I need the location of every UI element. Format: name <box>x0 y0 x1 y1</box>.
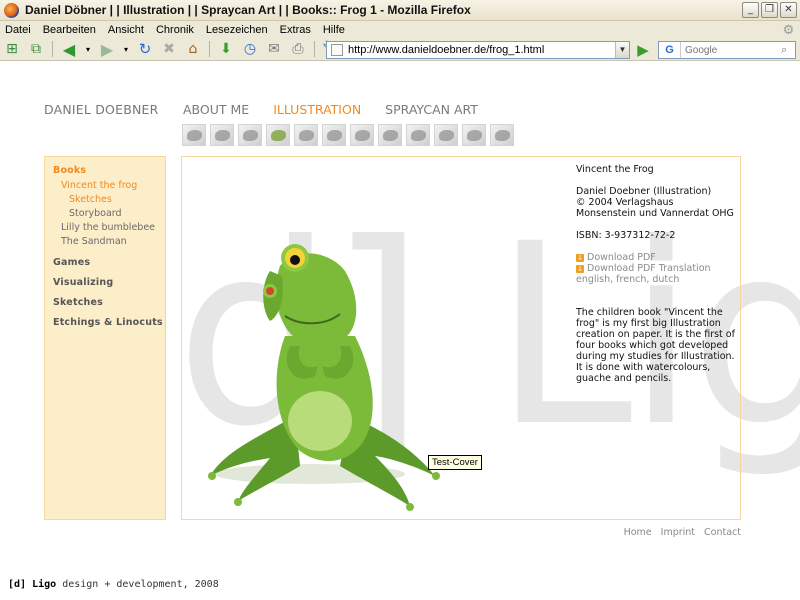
thumbnail[interactable] <box>378 124 402 146</box>
sidebar-books[interactable]: Books <box>53 165 165 176</box>
mail-icon[interactable]: ✉ <box>265 40 283 58</box>
firefox-icon <box>4 2 19 18</box>
menu-extras[interactable]: Extras <box>274 24 317 36</box>
search-bar[interactable]: G ⌕ <box>658 41 796 59</box>
nav-about-me[interactable]: ABOUT ME <box>183 102 249 117</box>
title-bar: Daniel Döbner | | Illustration | | Spray… <box>0 0 800 21</box>
translation-languages: english, french, dutch <box>576 274 680 285</box>
home-icon[interactable]: ⌂ <box>184 40 202 58</box>
menu-hilfe[interactable]: Hilfe <box>317 24 351 36</box>
throbber-icon: ⚙ <box>782 22 795 37</box>
book-title: Vincent the Frog <box>576 164 654 175</box>
stop-icon[interactable]: ✖ <box>160 40 178 58</box>
print-icon[interactable]: ⎙ <box>289 40 307 58</box>
forward-icon[interactable]: ▶ <box>98 40 116 59</box>
menu-bar: Datei Bearbeiten Ansicht Chronik Lesezei… <box>0 21 800 38</box>
thumbnail[interactable] <box>238 124 262 146</box>
url-dropdown-icon[interactable]: ▼ <box>615 42 629 58</box>
go-icon[interactable]: ▶ <box>634 41 652 59</box>
search-icon[interactable]: ⌕ <box>781 43 795 57</box>
forward-dropdown-icon[interactable]: ▾ <box>122 40 130 58</box>
download-icon: ↓ <box>576 253 584 262</box>
footer-links: Home Imprint Contact <box>624 527 741 538</box>
download-icon: ↓ <box>576 264 584 273</box>
sidebar-games[interactable]: Games <box>53 257 165 268</box>
new-tab-icon[interactable]: ⊞ <box>3 40 21 58</box>
maximize-button[interactable]: ❐ <box>761 2 778 18</box>
search-engine-icon[interactable]: G <box>659 42 681 58</box>
thumbnail[interactable] <box>434 124 458 146</box>
sidebar-item-vincent[interactable]: Vincent the frog <box>53 180 165 191</box>
window-title: Daniel Döbner | | Illustration | | Spray… <box>25 3 471 17</box>
frog-illustration[interactable] <box>200 226 450 524</box>
footer-imprint-link[interactable]: Imprint <box>661 527 695 538</box>
sidebar-item-storyboard[interactable]: Storyboard <box>53 208 165 219</box>
download-pdf-label: Download PDF <box>587 252 656 263</box>
search-input[interactable] <box>681 44 781 56</box>
menu-datei[interactable]: Datei <box>0 24 37 36</box>
main-navigation: ABOUT ME ILLUSTRATION SPRAYCAN ART <box>183 102 478 117</box>
book-copyright: © 2004 Verlagshaus Monsenstein und Vanne… <box>576 197 734 219</box>
book-isbn: ISBN: 3-937312-72-2 <box>576 230 676 241</box>
footer-contact-link[interactable]: Contact <box>704 527 741 538</box>
window-controls: _ ❐ ✕ <box>742 2 797 18</box>
new-window-icon[interactable]: ⧉ <box>27 40 45 58</box>
credit-brand: [d] Ligo <box>8 579 57 590</box>
nav-spraycan-art[interactable]: SPRAYCAN ART <box>385 102 478 117</box>
back-icon[interactable]: ◀ <box>60 40 78 59</box>
menu-chronik[interactable]: Chronik <box>150 24 200 36</box>
download-translation-label: Download PDF Translation <box>587 263 711 274</box>
download-icon[interactable]: ⬇ <box>217 40 235 58</box>
menu-lesezeichen[interactable]: Lesezeichen <box>200 24 274 36</box>
image-tooltip: Test-Cover <box>428 455 482 470</box>
sidebar-item-lilly[interactable]: Lilly the bumblebee <box>53 222 165 233</box>
sidebar-sketches[interactable]: Sketches <box>53 297 165 308</box>
thumbnail[interactable] <box>350 124 374 146</box>
sidebar: Books Vincent the frog Sketches Storyboa… <box>44 156 166 520</box>
thumbnail[interactable] <box>462 124 486 146</box>
thumbnail[interactable] <box>322 124 346 146</box>
book-description: The children book "Vincent the frog" is … <box>576 307 735 384</box>
thumbnail[interactable] <box>210 124 234 146</box>
footer-home-link[interactable]: Home <box>624 527 652 538</box>
page-favicon-icon <box>331 44 343 56</box>
thumbnail[interactable] <box>182 124 206 146</box>
menu-ansicht[interactable]: Ansicht <box>102 24 150 36</box>
sidebar-visualizing[interactable]: Visualizing <box>53 277 165 288</box>
toolbar-separator <box>314 41 315 57</box>
thumbnail[interactable] <box>294 124 318 146</box>
url-bar[interactable]: http://www.danieldoebner.de/frog_1.html … <box>326 41 630 59</box>
site-logo[interactable]: DANIEL DOEBNER <box>44 102 159 117</box>
close-button[interactable]: ✕ <box>780 2 797 18</box>
reload-icon[interactable]: ↻ <box>136 40 154 58</box>
thumbnail-strip <box>182 124 514 146</box>
download-translation-link[interactable]: ↓ Download PDF Translation <box>576 263 736 274</box>
back-dropdown-icon[interactable]: ▾ <box>84 40 92 58</box>
history-icon[interactable]: ◷ <box>241 40 259 58</box>
book-author: Daniel Doebner (Illustration) <box>576 186 712 197</box>
toolbar-separator <box>52 41 53 57</box>
thumbnail[interactable] <box>406 124 430 146</box>
credit-text: design + development, 2008 <box>56 579 219 590</box>
nav-illustration[interactable]: ILLUSTRATION <box>273 102 361 117</box>
thumbnail[interactable] <box>490 124 514 146</box>
book-info: Vincent the Frog Daniel Doebner (Illustr… <box>576 164 736 384</box>
minimize-button[interactable]: _ <box>742 2 759 18</box>
site-credit: [d] Ligo design + development, 2008 <box>8 579 219 590</box>
sidebar-etchings[interactable]: Etchings & Linocuts <box>53 317 165 328</box>
menu-bearbeiten[interactable]: Bearbeiten <box>37 24 102 36</box>
url-text[interactable]: http://www.danieldoebner.de/frog_1.html <box>348 44 615 56</box>
web-page: [d] Ligo DANIEL DOEBNER ABOUT ME ILLUSTR… <box>0 61 800 600</box>
sidebar-item-sketches[interactable]: Sketches <box>53 194 165 205</box>
toolbar-separator <box>209 41 210 57</box>
sidebar-item-sandman[interactable]: The Sandman <box>53 236 165 247</box>
download-pdf-link[interactable]: ↓ Download PDF <box>576 252 736 263</box>
thumbnail-frog[interactable] <box>266 124 290 146</box>
